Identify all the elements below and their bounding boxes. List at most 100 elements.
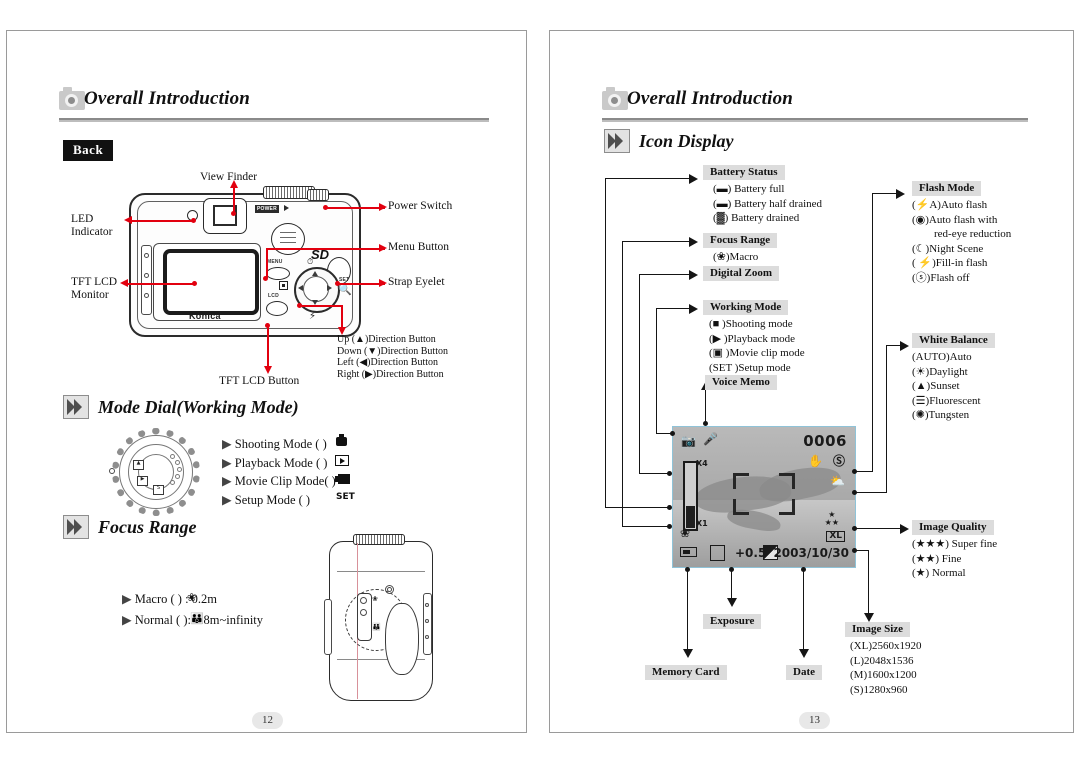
menu-button-label: Menu Button: [388, 241, 450, 253]
konica-brand: Konica: [189, 311, 221, 321]
callout-flash-mode-title: Flash Mode: [912, 181, 982, 196]
tft-lcd-monitor-label: TFT LCD Monitor: [71, 276, 118, 301]
battery-osd-icon: [680, 547, 697, 557]
power-switch-label: Power Switch: [388, 200, 453, 212]
chevron-icon: [63, 395, 89, 419]
led-indicator-label: LED Indicator: [71, 213, 113, 238]
speaker: [271, 223, 305, 255]
leader-flash-mode: [872, 193, 874, 471]
callout-white-balance-items: (AUTO)Auto (☀)Daylight (▲)Sunset (☰)Fluo…: [912, 351, 981, 421]
right-page: Overall Introduction Icon Display 📷 🎤 00…: [549, 30, 1074, 733]
dial-playback-icon: ▶: [137, 476, 148, 486]
right-header-rule: [602, 118, 1028, 122]
dial-shooting-icon: ▲: [133, 460, 144, 470]
self-timer-icon: ⏱: [307, 257, 314, 266]
callout-voice-memo-title: Voice Memo: [705, 375, 777, 390]
lcd-preview-display: 📷 🎤 0006 ✋ Ⓢ ⛅ ★ ★★ XL X4 X1 ❀ +0.5 2003…: [672, 426, 856, 568]
leader-date: [803, 569, 805, 651]
callout-working-mode-items: (■ )Shooting mode (▶ )Playback mode (▣ )…: [709, 318, 805, 374]
leader-image-size: [868, 550, 870, 614]
mode-dial-heading: Mode Dial(Working Mode): [98, 396, 299, 417]
hand-grip: [385, 603, 419, 675]
callout-exposure-title: Exposure: [703, 614, 762, 629]
camera-back-illustration: POWER SD Konica MENU LCD ⏱ SET 🔍 ⚡: [129, 186, 361, 337]
leader-working-mode: [656, 308, 658, 434]
manual-spread: Overall Introduction Back POWER SD Konic…: [0, 0, 1080, 763]
macro-symbol: ❀: [372, 595, 378, 603]
back-view-tag: Back: [63, 140, 114, 161]
shooting-mode-osd-icon: 📷: [681, 434, 696, 448]
callout-digital-zoom-title: Digital Zoom: [703, 266, 780, 281]
date-value: 2003/10/30: [773, 546, 849, 560]
menu-button: [266, 267, 290, 280]
zoom-min-label: X1: [696, 519, 708, 528]
movie-clip-mode-icon: [338, 474, 350, 484]
af-frame: [733, 473, 795, 515]
tft-lcd-button: [266, 301, 288, 316]
callout-date-title: Date: [786, 665, 822, 680]
dial-setup-icon: S: [153, 485, 164, 495]
right-header-title: Overall Introduction: [627, 88, 794, 109]
leader-exposure: [731, 569, 733, 600]
image-size-osd-badge: XL: [826, 531, 845, 542]
flash-icon: ⚡: [309, 311, 317, 322]
mode-dial-illustration: ▲ ▶ S: [109, 428, 200, 516]
left-direction-icon: [298, 285, 303, 291]
leader-voice-memo: [705, 389, 707, 425]
macro-osd-icon: ❀: [680, 526, 691, 540]
setup-mode-icon: SET: [336, 492, 355, 502]
left-page-number: 12: [252, 712, 283, 729]
section-focus-range: Focus Range: [63, 515, 197, 539]
normal-symbol: 👪: [372, 623, 381, 631]
icon-display-heading: Icon Display: [639, 130, 734, 151]
callout-focus-range-title: Focus Range: [703, 233, 778, 248]
callout-flash-mode-items: (⚡A)Auto flash (◉)Auto flash with red-ey…: [912, 199, 1012, 284]
callout-white-balance-title: White Balance: [912, 333, 995, 348]
right-page-number: 13: [799, 712, 830, 729]
anti-shake-osd-icon: ✋: [808, 454, 823, 468]
camera-icon: [59, 86, 85, 110]
callout-battery-status-items: (▬) Battery full (▬) Battery half draine…: [713, 183, 823, 224]
normal-focus-icon: 👪: [190, 612, 204, 625]
up-direction-icon: [312, 271, 318, 276]
strap-eyelet-label: Strap Eyelet: [388, 276, 445, 288]
shooting-mode-icon: [336, 437, 347, 446]
left-header-title: Overall Introduction: [84, 88, 251, 109]
callout-image-quality-title: Image Quality: [912, 520, 994, 535]
leader-battery: [605, 178, 607, 508]
camera-bottom-illustration: ❀ 👪: [324, 534, 433, 701]
flash-off-osd-icon: Ⓢ: [832, 454, 845, 468]
leader-image-quality: [856, 528, 901, 530]
leader-memory-card: [687, 569, 689, 651]
power-slider-arrow: [284, 205, 289, 211]
frame-counter: 0006: [803, 432, 847, 450]
power-label: POWER: [255, 205, 279, 213]
menu-label: MENU: [267, 259, 283, 265]
leader-focus-range: [622, 241, 624, 527]
callout-battery-status-title: Battery Status: [703, 165, 785, 180]
focus-range-heading: Focus Range: [98, 516, 197, 537]
callout-memory-card-title: Memory Card: [645, 665, 727, 680]
section-mode-dial: Mode Dial(Working Mode): [63, 395, 299, 419]
left-header-rule: [59, 118, 489, 122]
tft-lcd-button-label: TFT LCD Button: [219, 375, 300, 387]
zoom-max-label: X4: [696, 459, 708, 468]
zoom-magnifier-icon: 🔍: [338, 283, 352, 296]
callout-working-mode-title: Working Mode: [703, 300, 789, 315]
right-direction-icon: [327, 285, 332, 291]
chevron-icon: [604, 129, 630, 153]
callout-image-size-title: Image Size: [845, 622, 911, 637]
exposure-value: +0.5: [735, 546, 767, 560]
callout-image-size-items: (XL)2560x1920 (L)2048x1536 (M)1600x1200 …: [850, 640, 922, 696]
callout-image-quality-items: (★★★) Super fine (★★) Fine (★) Normal: [912, 538, 998, 579]
chevron-icon: [63, 515, 89, 539]
camera-icon: [602, 86, 628, 110]
left-page: Overall Introduction Back POWER SD Konic…: [6, 30, 527, 733]
tft-lcd-monitor: [163, 249, 259, 315]
power-dial: [307, 189, 329, 201]
section-icon-display: Icon Display: [604, 129, 734, 153]
memory-card-osd-icon: [710, 545, 725, 561]
macro-icon: ❀: [187, 591, 197, 604]
voice-memo-osd-icon: 🎤: [703, 432, 718, 446]
image-quality-osd-icon: ★ ★★: [824, 510, 839, 527]
